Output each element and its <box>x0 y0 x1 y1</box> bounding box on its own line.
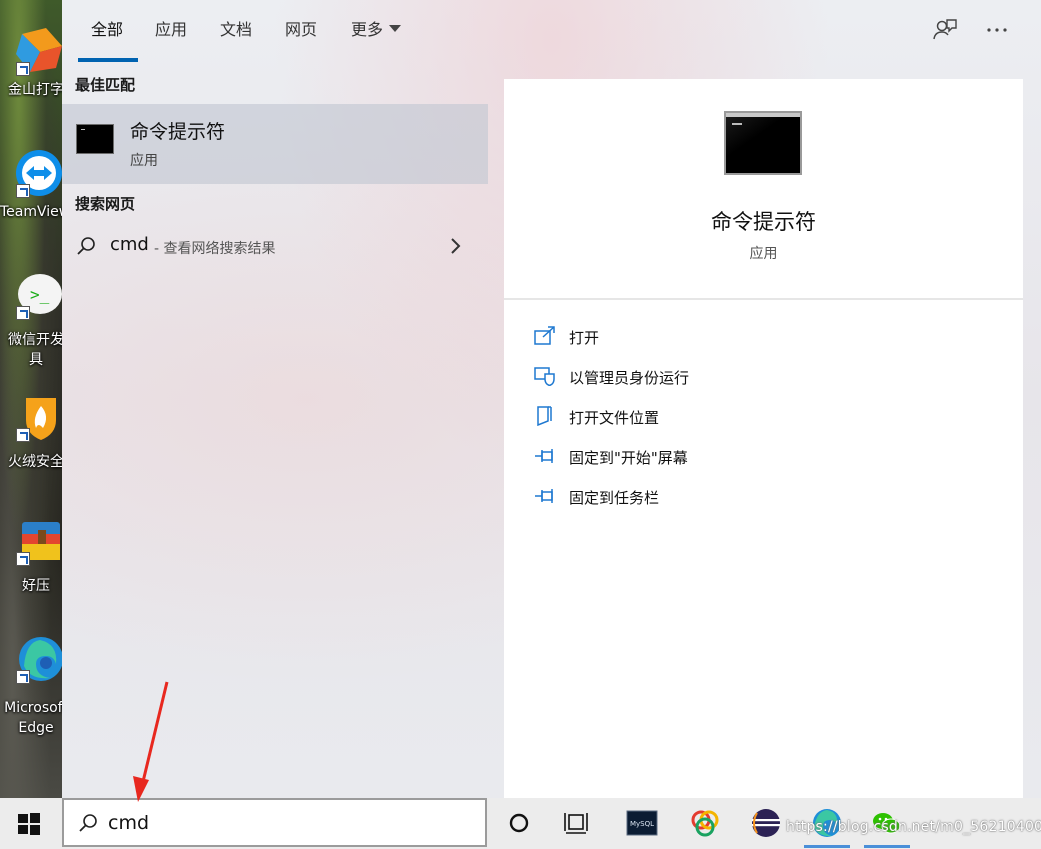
best-match-title: 命令提示符 <box>130 121 226 143</box>
detail-subtitle: 应用 <box>749 246 778 262</box>
action-label: 打开文件位置 <box>569 409 660 427</box>
cortana-icon[interactable] <box>502 807 536 839</box>
desktop-icon-label: 微信开发 具 <box>8 332 62 368</box>
mysql-icon: MySQL <box>626 810 658 836</box>
file-location-icon <box>537 406 552 426</box>
action-label: 以管理员身份运行 <box>569 369 690 387</box>
open-icon <box>534 326 555 345</box>
action-pin-to-taskbar[interactable]: 固定到任务栏 <box>532 480 1012 512</box>
taskbar: MySQL https://blog.csdn.net/m0_56210400 <box>0 798 1041 849</box>
shortcut-arrow-icon <box>16 428 30 442</box>
taskbar-search-box[interactable] <box>62 798 487 847</box>
desktop-icon-edge[interactable]: Microsoft Edge <box>0 636 62 746</box>
web-search-item[interactable]: cmd - 查看网络搜索结果 <box>62 228 488 264</box>
search-filter-tabs: 全部 应用 文档 网页 更多 <box>62 0 1041 62</box>
action-pin-to-start[interactable]: 固定到"开始"屏幕 <box>532 440 1012 472</box>
action-open[interactable]: 打开 <box>532 320 1012 352</box>
start-menu: 全部 应用 文档 网页 更多 最佳匹配 命令提示符 应用 搜索网页 cmd - … <box>62 0 1041 798</box>
desktop-icon-label: Microsoft Edge <box>4 700 62 736</box>
desktop-icon-huorong[interactable]: 火绒安全 <box>0 394 62 504</box>
svg-text:>_: >_ <box>30 285 50 304</box>
detail-title: 命令提示符 <box>711 210 816 234</box>
desktop-icon-label: TeamViewer <box>0 204 62 220</box>
search-input[interactable] <box>108 808 468 838</box>
action-open-file-location[interactable]: 打开文件位置 <box>532 400 1012 432</box>
watermark-text: https://blog.csdn.net/m0_56210400 <box>786 819 1041 835</box>
more-options-icon[interactable] <box>984 17 1010 43</box>
app-rainbow-icon[interactable] <box>688 807 722 839</box>
eclipse-icon[interactable] <box>749 807 783 839</box>
desktop-icon-wechat-devtools[interactable]: >_ 微信开发 具 <box>0 272 62 382</box>
taskbar-mysql-item[interactable]: MySQL <box>625 807 659 839</box>
desktop-icon-kingsoft[interactable]: 金山打字 <box>0 28 62 138</box>
detail-pane: 命令提示符 应用 打开 以管理员身份运行 打开文件位置 固定到"开始"屏幕 固定… <box>504 79 1023 798</box>
desktop-icon-label: 好压 <box>22 578 50 594</box>
action-label: 打开 <box>569 329 600 347</box>
action-run-as-admin[interactable]: 以管理员身份运行 <box>532 360 1012 392</box>
command-prompt-icon <box>76 124 114 154</box>
desktop-strip: 金山打字 TeamViewer >_ 微信开发 具 火绒安全 <box>0 0 62 798</box>
best-match-heading: 最佳匹配 <box>75 76 136 94</box>
desktop-icon-haozip[interactable]: 好压 <box>0 518 62 628</box>
desktop-icon-label: 火绒安全 <box>8 454 62 470</box>
search-icon <box>79 814 97 832</box>
web-search-term: cmd <box>110 234 149 255</box>
best-match-item[interactable]: 命令提示符 应用 <box>62 104 488 184</box>
task-view-icon[interactable] <box>560 807 594 839</box>
run-as-admin-icon <box>534 367 555 386</box>
shortcut-arrow-icon <box>16 670 30 684</box>
web-search-heading: 搜索网页 <box>75 195 136 213</box>
desktop-icon-teamviewer[interactable]: TeamViewer <box>0 150 62 260</box>
desktop-icon-label: 金山打字 <box>8 82 62 98</box>
best-match-subtitle: 应用 <box>130 153 158 169</box>
feedback-icon[interactable] <box>932 17 958 43</box>
tab-more[interactable]: 更多 <box>351 20 402 40</box>
chevron-down-icon <box>389 25 402 32</box>
tab-more-label: 更多 <box>351 20 384 39</box>
tab-documents[interactable]: 文档 <box>220 20 252 40</box>
web-search-hint: - 查看网络搜索结果 <box>154 241 276 257</box>
results-list: 最佳匹配 命令提示符 应用 搜索网页 cmd - 查看网络搜索结果 <box>62 62 488 798</box>
action-label: 固定到"开始"屏幕 <box>569 449 688 467</box>
tab-apps[interactable]: 应用 <box>155 20 187 40</box>
pin-icon <box>535 449 553 463</box>
tab-web[interactable]: 网页 <box>285 20 317 40</box>
svg-text:MySQL: MySQL <box>630 820 654 828</box>
running-app-indicator <box>864 845 910 848</box>
shortcut-arrow-icon <box>16 552 30 566</box>
chevron-right-icon <box>451 238 461 254</box>
shortcut-arrow-icon <box>16 184 30 198</box>
tab-all[interactable]: 全部 <box>91 20 123 40</box>
shortcut-arrow-icon <box>16 306 30 320</box>
search-icon <box>77 237 95 255</box>
command-prompt-large-icon <box>724 111 802 175</box>
action-label: 固定到任务栏 <box>569 489 660 507</box>
divider <box>504 298 1023 300</box>
pin-icon <box>535 489 553 503</box>
running-app-indicator <box>804 845 850 848</box>
shortcut-arrow-icon <box>16 62 30 76</box>
windows-start-icon[interactable] <box>16 811 42 837</box>
